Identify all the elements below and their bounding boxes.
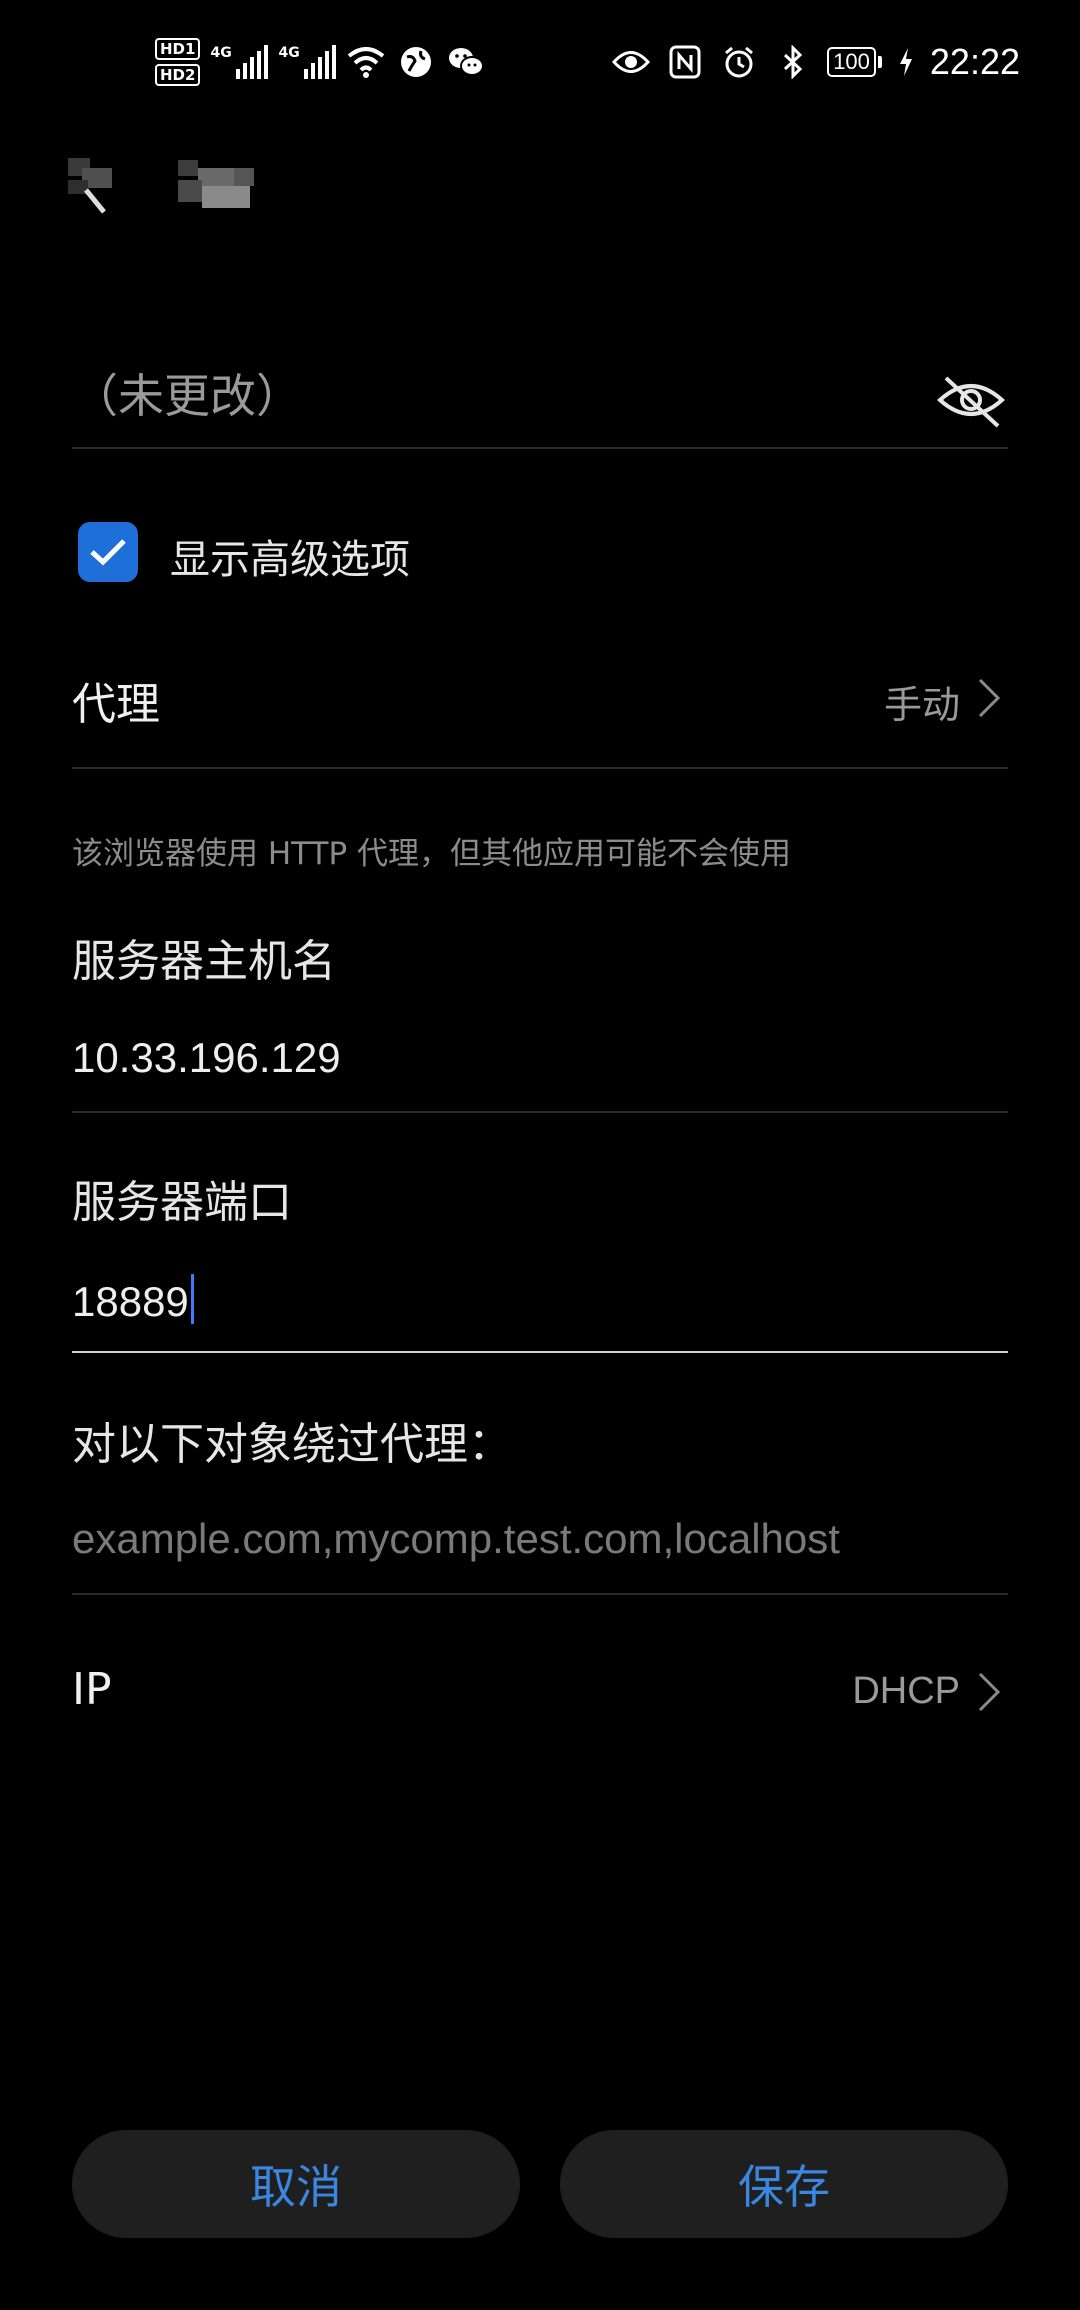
text-cursor bbox=[190, 1274, 194, 1324]
divider bbox=[72, 1593, 1008, 1595]
cancel-button[interactable]: 取消 bbox=[72, 2130, 520, 2238]
bluetooth-icon bbox=[773, 42, 813, 82]
hostname-label: 服务器主机名 bbox=[72, 936, 336, 987]
bypass-label: 对以下对象绕过代理： bbox=[72, 1419, 512, 1470]
bypass-input[interactable]: example.com,mycomp.test.com,localhost bbox=[72, 1515, 840, 1563]
status-right: 100 22:22 bbox=[611, 32, 1020, 92]
charging-icon bbox=[896, 42, 916, 82]
signal-1-icon: 4G bbox=[210, 45, 269, 79]
proxy-hint: 该浏览器使用 HTTP 代理，但其他应用可能不会使用 bbox=[72, 836, 792, 872]
save-button[interactable]: 保存 bbox=[560, 2130, 1008, 2238]
eye-off-icon[interactable] bbox=[936, 370, 1006, 430]
alarm-icon bbox=[719, 42, 759, 82]
eye-comfort-icon bbox=[611, 42, 651, 82]
hd2-badge: HD2 bbox=[155, 64, 201, 86]
ip-value[interactable]: DHCP bbox=[852, 1670, 960, 1713]
hd-badges: HD1 HD2 bbox=[155, 38, 201, 86]
divider bbox=[72, 1111, 1008, 1113]
divider-focused bbox=[72, 1351, 1008, 1353]
network-type-1: 4G bbox=[210, 45, 232, 61]
hd1-badge: HD1 bbox=[155, 38, 201, 60]
proxy-label[interactable]: 代理 bbox=[72, 668, 160, 732]
chevron-right-icon[interactable] bbox=[976, 1670, 1002, 1714]
password-field[interactable]: （未更改） bbox=[72, 360, 302, 426]
nfc-icon bbox=[665, 42, 705, 82]
clock: 22:22 bbox=[929, 41, 1020, 82]
battery-level: 100 bbox=[827, 47, 876, 77]
wechat-icon bbox=[446, 42, 486, 82]
browser-icon bbox=[396, 42, 436, 82]
status-left: HD1 HD2 4G 4G bbox=[155, 32, 486, 92]
advanced-options-checkbox[interactable] bbox=[78, 522, 138, 582]
advanced-options-label[interactable]: 显示高级选项 bbox=[170, 527, 410, 585]
port-value: 18889 bbox=[72, 1278, 189, 1325]
hostname-input[interactable]: 10.33.196.129 bbox=[72, 1034, 341, 1082]
network-type-2: 4G bbox=[278, 45, 300, 61]
back-arrow-icon[interactable] bbox=[68, 150, 148, 220]
port-label: 服务器端口 bbox=[72, 1177, 292, 1228]
network-name-blurred bbox=[178, 160, 254, 216]
proxy-value[interactable]: 手动 bbox=[884, 674, 960, 729]
chevron-right-icon[interactable] bbox=[976, 676, 1002, 720]
ip-label[interactable]: IP bbox=[72, 1664, 112, 1715]
battery-icon: 100 bbox=[827, 47, 882, 77]
divider bbox=[72, 447, 1008, 449]
divider bbox=[72, 767, 1008, 769]
status-bar: HD1 HD2 4G 4G 100 22:22 bbox=[0, 0, 1080, 120]
checkmark-icon bbox=[90, 539, 126, 566]
signal-2-icon: 4G bbox=[278, 45, 337, 79]
wifi-icon bbox=[346, 42, 386, 82]
port-input[interactable]: 18889 bbox=[72, 1274, 194, 1326]
